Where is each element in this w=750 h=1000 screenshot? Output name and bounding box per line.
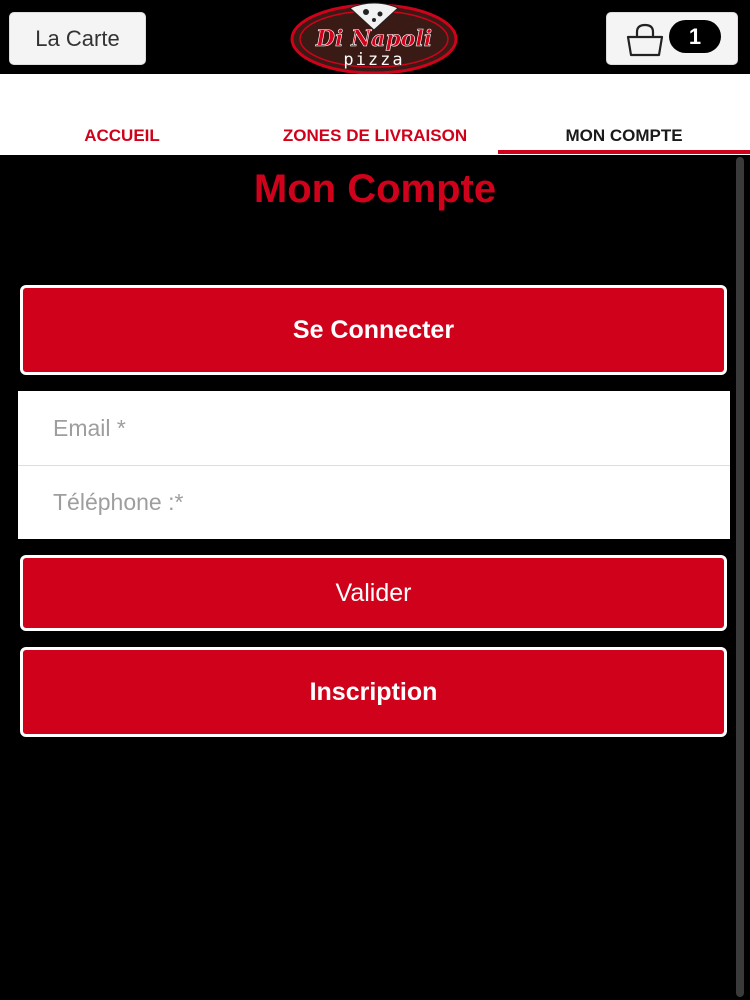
pizza-logo-icon[interactable]: Di Napoli pizza xyxy=(290,2,458,74)
valider-button[interactable]: Valider xyxy=(20,555,727,631)
inscription-button[interactable]: Inscription xyxy=(20,647,727,737)
menu-button[interactable]: La Carte xyxy=(9,12,146,65)
nav-tabs: ACCUEIL ZONES DE LIVRAISON MON COMPTE xyxy=(0,74,750,155)
tab-accueil[interactable]: ACCUEIL xyxy=(22,126,222,152)
tab-zones-de-livraison[interactable]: ZONES DE LIVRAISON xyxy=(250,126,500,152)
scrollbar[interactable] xyxy=(736,157,744,997)
active-tab-indicator xyxy=(498,150,750,154)
account-panel: Mon Compte Se Connecter Email * Téléphon… xyxy=(0,155,750,1000)
email-field[interactable]: Email * xyxy=(18,391,730,465)
page-title: Mon Compte xyxy=(253,167,497,211)
logo-subtitle: pizza xyxy=(343,50,404,70)
shopping-bag-icon xyxy=(626,23,664,57)
login-form: Email * Téléphone :* xyxy=(18,391,730,539)
se-connecter-button[interactable]: Se Connecter xyxy=(20,285,727,375)
tab-mon-compte[interactable]: MON COMPTE xyxy=(498,126,750,152)
logo-title: Di Napoli xyxy=(315,26,432,52)
cart-count-badge: 1 xyxy=(669,20,721,53)
app-header: La Carte Di Napoli pizza 1 xyxy=(0,0,750,74)
phone-field[interactable]: Téléphone :* xyxy=(18,465,730,539)
cart-button[interactable]: 1 xyxy=(606,12,738,65)
